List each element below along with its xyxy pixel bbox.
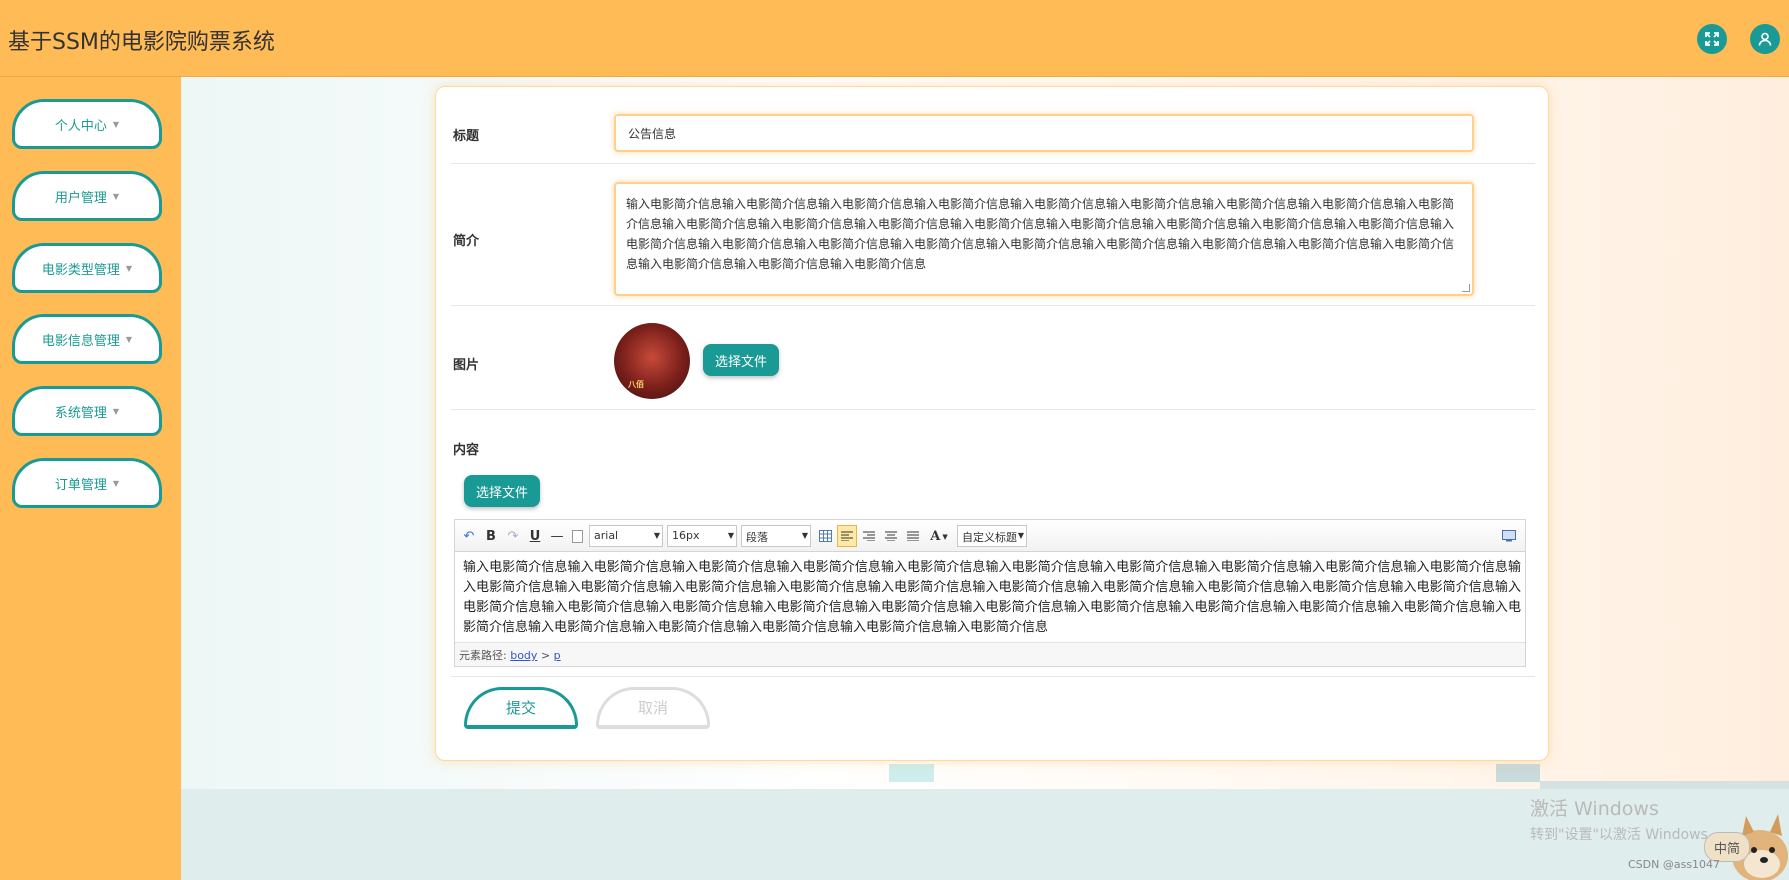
movie-poster-thumbnail: 八佰 (614, 323, 690, 399)
title-label: 标题 (453, 129, 480, 144)
submit-button[interactable]: 提交 (464, 687, 578, 729)
caret-down-icon: ▼ (112, 119, 120, 129)
font-size-select[interactable]: 16px ▼ (667, 525, 737, 547)
caret-down-icon: ▼ (112, 191, 120, 201)
underline-button[interactable]: U (527, 527, 543, 545)
caret-down-icon: ▼ (112, 478, 120, 488)
resize-grip-icon[interactable] (1462, 284, 1470, 292)
caret-down-icon: ▼ (112, 406, 120, 416)
sidebar-item-label: 电影类型管理 (41, 262, 120, 278)
sidebar-item-order-management[interactable]: 订单管理 ▼ (12, 458, 162, 508)
choose-image-button[interactable]: 选择文件 (703, 344, 779, 376)
dropdown-arrow-icon: ▼ (942, 531, 948, 541)
align-left-icon[interactable] (837, 525, 857, 547)
table-icon[interactable] (817, 527, 833, 545)
horizontal-rule-icon[interactable]: — (549, 527, 565, 545)
custom-title-value: 自定义标题 (962, 531, 1017, 544)
font-family-select[interactable]: arial ▼ (589, 525, 663, 547)
sidebar-item-movie-info-management[interactable]: 电影信息管理 ▼ (12, 314, 162, 364)
intro-text: 输入电影简介信息输入电影简介信息输入电影简介信息输入电影简介信息输入电影简介信息… (626, 197, 1455, 271)
rich-text-editor: ↶ B ↷ U — arial ▼ 16px ▼ 段落 ▼ A ▼ 自定义标题 … (454, 519, 1526, 667)
sidebar-item-label: 订单管理 (54, 477, 107, 493)
form-card: 标题 公告信息 简介 输入电影简介信息输入电影简介信息输入电影简介信息输入电影简… (435, 86, 1549, 761)
divider (451, 409, 1535, 410)
page-icon[interactable] (569, 527, 585, 545)
decor-strip (1496, 764, 1540, 782)
intro-label: 简介 (453, 234, 480, 249)
intro-textarea[interactable]: 输入电影简介信息输入电影简介信息输入电影简介信息输入电影简介信息输入电影简介信息… (614, 182, 1474, 296)
decor-strip (889, 764, 934, 782)
custom-title-select[interactable]: 自定义标题 ▼ (957, 525, 1027, 547)
choose-content-file-button[interactable]: 选择文件 (464, 475, 540, 507)
sidebar-item-label: 系统管理 (54, 405, 107, 421)
csdn-watermark: CSDN @ass1047 (1628, 858, 1721, 871)
sidebar-item-personal-center[interactable]: 个人中心 ▼ (12, 99, 162, 149)
sidebar-item-label: 用户管理 (54, 190, 107, 206)
activation-line1: 激活 Windows (1530, 798, 1659, 820)
title-input[interactable]: 公告信息 (614, 114, 1474, 152)
align-center-icon[interactable] (883, 527, 899, 545)
element-path-p-link[interactable]: p (554, 649, 561, 662)
align-justify-icon[interactable] (905, 527, 921, 545)
top-bar: 基于SSM的电影院购票系统 (0, 0, 1789, 77)
sidebar-item-label: 个人中心 (54, 118, 107, 134)
divider (451, 676, 1535, 677)
dropdown-arrow-icon: ▼ (801, 531, 808, 540)
user-icon[interactable] (1750, 24, 1780, 54)
divider (451, 305, 1535, 306)
fullscreen-editor-icon[interactable] (1501, 527, 1517, 545)
paragraph-select[interactable]: 段落 ▼ (741, 525, 811, 547)
sidebar: 个人中心 ▼ 用户管理 ▼ 电影类型管理 ▼ 电影信息管理 ▼ 系统管理 ▼ 订单管理 ▼ (0, 77, 181, 880)
font-color-label: A (930, 528, 941, 544)
fullscreen-icon[interactable] (1697, 24, 1727, 54)
activation-line2: 转到"设置"以激活 Windows。 (1530, 827, 1722, 843)
element-path-prefix: 元素路径: (459, 649, 507, 662)
sidebar-item-movie-type-management[interactable]: 电影类型管理 ▼ (12, 243, 162, 293)
undo-icon[interactable]: ↶ (461, 527, 477, 545)
divider (451, 163, 1535, 164)
align-right-icon[interactable] (861, 527, 877, 545)
element-path-bar: 元素路径: body > p (455, 642, 1525, 666)
image-label: 图片 (453, 358, 480, 373)
bold-button[interactable]: B (483, 527, 499, 545)
redo-icon[interactable]: ↷ (505, 527, 521, 545)
windows-activation-watermark: 激活 Windows 转到"设置"以激活 Windows。 (1530, 794, 1722, 844)
sidebar-item-label: 电影信息管理 (41, 333, 120, 349)
dropdown-arrow-icon: ▼ (653, 531, 660, 540)
font-family-value: arial (594, 529, 619, 542)
caret-down-icon: ▼ (125, 263, 133, 273)
cancel-button[interactable]: 取消 (596, 687, 710, 729)
editor-content[interactable]: 输入电影简介信息输入电影简介信息输入电影简介信息输入电影简介信息输入电影简介信息… (463, 558, 1521, 638)
element-path-separator: > (540, 649, 551, 662)
content-label: 内容 (453, 443, 480, 458)
poster-text: 八佰 (628, 380, 644, 389)
dropdown-arrow-icon: ▼ (1017, 531, 1024, 540)
app-title: 基于SSM的电影院购票系统 (8, 30, 275, 55)
element-path-body-link[interactable]: body (510, 649, 537, 662)
caret-down-icon: ▼ (125, 334, 133, 344)
paragraph-value: 段落 (746, 531, 768, 544)
font-color-button[interactable]: A ▼ (927, 527, 951, 545)
sidebar-item-system-management[interactable]: 系统管理 ▼ (12, 386, 162, 436)
editor-toolbar: ↶ B ↷ U — arial ▼ 16px ▼ 段落 ▼ A ▼ 自定义标题 … (455, 520, 1525, 552)
font-size-value: 16px (672, 529, 700, 542)
decor-strip (1540, 781, 1789, 789)
dropdown-arrow-icon: ▼ (727, 531, 734, 540)
sidebar-item-user-management[interactable]: 用户管理 ▼ (12, 171, 162, 221)
